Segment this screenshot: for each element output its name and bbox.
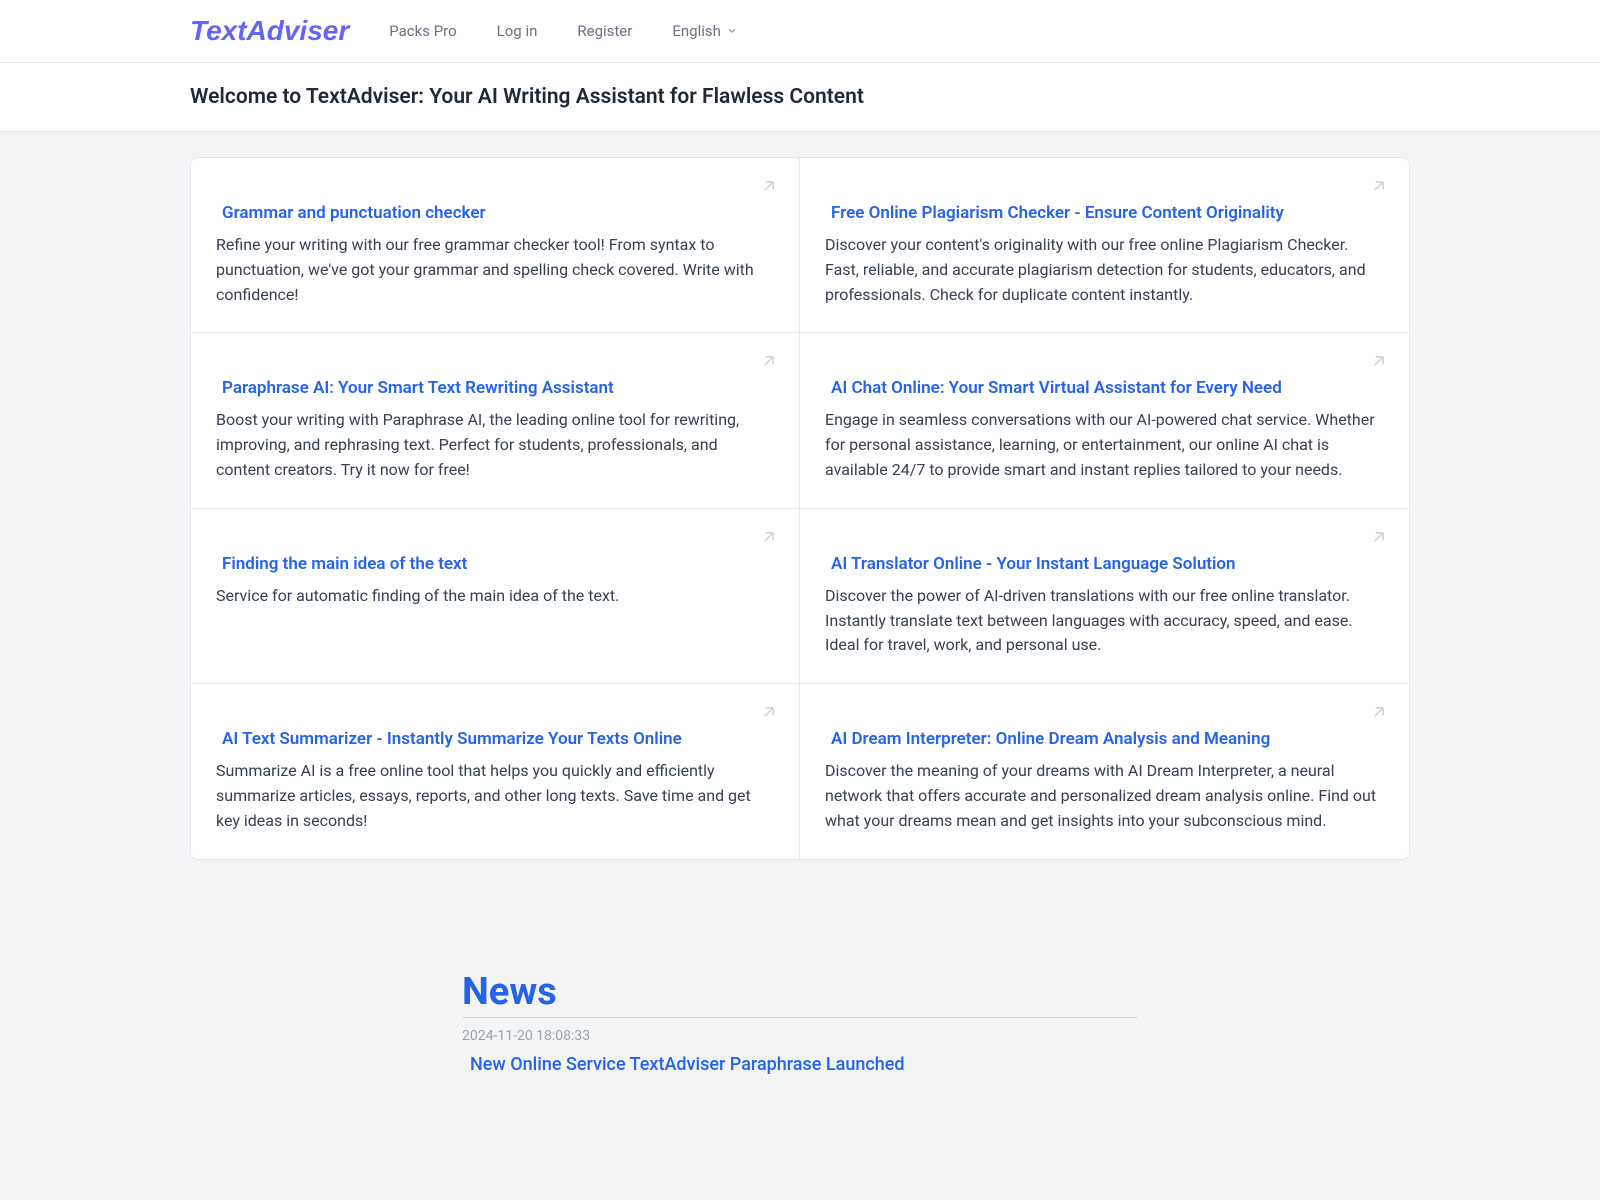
card-title-link[interactable]: AI Chat Online: Your Smart Virtual Assis… bbox=[825, 378, 1384, 398]
card-ai-translator[interactable]: AI Translator Online - Your Instant Lang… bbox=[800, 509, 1409, 684]
arrow-up-right-icon bbox=[759, 176, 779, 196]
main-nav: Packs Pro Log in Register English bbox=[389, 22, 738, 40]
card-dream-interpreter[interactable]: AI Dream Interpreter: Online Dream Analy… bbox=[800, 684, 1409, 858]
card-title-link[interactable]: Finding the main idea of the text bbox=[216, 554, 774, 574]
card-description: Refine your writing with our free gramma… bbox=[216, 233, 774, 307]
nav-log-in[interactable]: Log in bbox=[497, 22, 538, 40]
card-plagiarism-checker[interactable]: Free Online Plagiarism Checker - Ensure … bbox=[800, 158, 1409, 333]
arrow-up-right-icon bbox=[759, 351, 779, 371]
news-item: 2024-11-20 18:08:33 New Online Service T… bbox=[462, 1028, 1138, 1075]
arrow-up-right-icon bbox=[1369, 702, 1389, 722]
news-date: 2024-11-20 18:08:33 bbox=[462, 1028, 1138, 1044]
card-description: Discover the meaning of your dreams with… bbox=[825, 759, 1384, 833]
card-description: Boost your writing with Paraphrase AI, t… bbox=[216, 408, 774, 482]
card-description: Discover your content's originality with… bbox=[825, 233, 1384, 307]
logo[interactable]: TextAdviser bbox=[190, 15, 349, 47]
main-content: Grammar and punctuation checker Refine y… bbox=[0, 132, 1600, 1135]
news-section: News 2024-11-20 18:08:33 New Online Serv… bbox=[190, 970, 1410, 1075]
welcome-bar: Welcome to TextAdviser: Your AI Writing … bbox=[0, 63, 1600, 132]
card-title-link[interactable]: Paraphrase AI: Your Smart Text Rewriting… bbox=[216, 378, 774, 398]
card-description: Summarize AI is a free online tool that … bbox=[216, 759, 774, 833]
card-ai-summarizer[interactable]: AI Text Summarizer - Instantly Summarize… bbox=[191, 684, 800, 858]
card-description: Engage in seamless conversations with ou… bbox=[825, 408, 1384, 482]
arrow-up-right-icon bbox=[1369, 176, 1389, 196]
language-selector[interactable]: English bbox=[672, 22, 738, 40]
card-description: Discover the power of AI-driven translat… bbox=[825, 584, 1384, 658]
card-grammar-checker[interactable]: Grammar and punctuation checker Refine y… bbox=[191, 158, 800, 333]
language-label: English bbox=[672, 22, 721, 40]
card-title-link[interactable]: AI Dream Interpreter: Online Dream Analy… bbox=[825, 729, 1384, 749]
header: TextAdviser Packs Pro Log in Register En… bbox=[0, 0, 1600, 63]
nav-register[interactable]: Register bbox=[577, 22, 632, 40]
news-title-link[interactable]: New Online Service TextAdviser Paraphras… bbox=[462, 1054, 905, 1075]
card-title-link[interactable]: Free Online Plagiarism Checker - Ensure … bbox=[825, 203, 1384, 223]
card-ai-chat[interactable]: AI Chat Online: Your Smart Virtual Assis… bbox=[800, 333, 1409, 508]
card-description: Service for automatic finding of the mai… bbox=[216, 584, 774, 609]
arrow-up-right-icon bbox=[759, 702, 779, 722]
arrow-up-right-icon bbox=[1369, 527, 1389, 547]
card-paraphrase-ai[interactable]: Paraphrase AI: Your Smart Text Rewriting… bbox=[191, 333, 800, 508]
nav-packs-pro[interactable]: Packs Pro bbox=[389, 22, 456, 40]
chevron-down-icon bbox=[726, 25, 738, 37]
arrow-up-right-icon bbox=[759, 527, 779, 547]
card-main-idea[interactable]: Finding the main idea of the text Servic… bbox=[191, 509, 800, 684]
page-title: Welcome to TextAdviser: Your AI Writing … bbox=[190, 85, 1410, 109]
card-title-link[interactable]: AI Text Summarizer - Instantly Summarize… bbox=[216, 729, 774, 749]
card-title-link[interactable]: AI Translator Online - Your Instant Lang… bbox=[825, 554, 1384, 574]
services-grid: Grammar and punctuation checker Refine y… bbox=[190, 157, 1410, 860]
card-title-link[interactable]: Grammar and punctuation checker bbox=[216, 203, 774, 223]
news-heading: News bbox=[462, 970, 1138, 1018]
arrow-up-right-icon bbox=[1369, 351, 1389, 371]
